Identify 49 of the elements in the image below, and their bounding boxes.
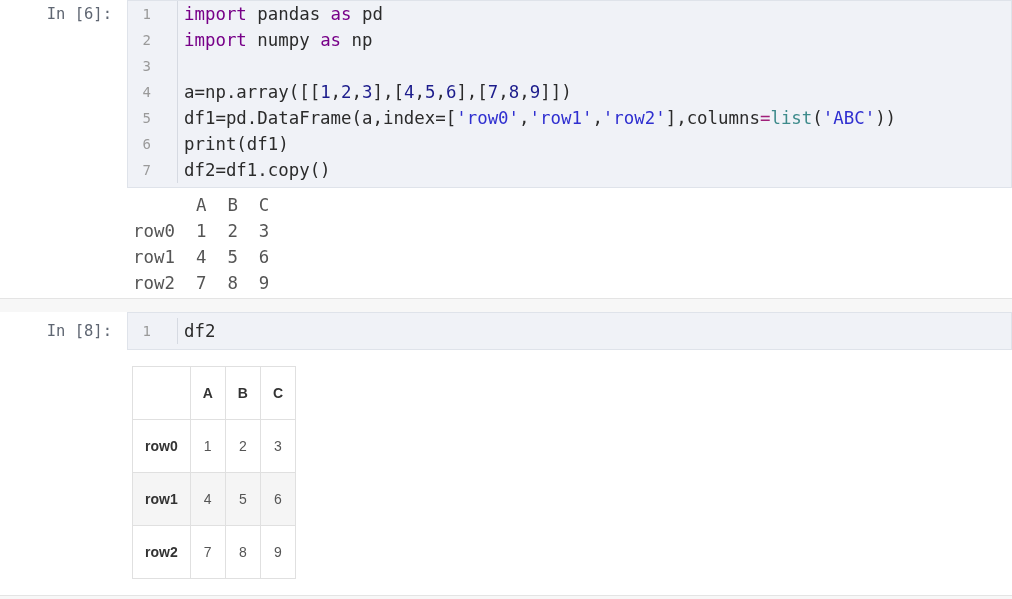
code-line: a=np.array([[1,2,3],[4,5,6],[7,8,9]]): [184, 81, 572, 104]
input-prompt: In [6]:: [46, 4, 112, 25]
code-line: import numpy as np: [184, 29, 373, 52]
code-line: df2: [184, 320, 216, 343]
row-header: row2: [132, 525, 191, 579]
code-cell[interactable]: 1 df2: [127, 312, 1012, 350]
code-line: df2=df1.copy(): [184, 159, 331, 182]
code-line: import pandas as pd: [184, 3, 383, 26]
code-cell[interactable]: 1 2 3 4 5 6 7 import pandas as pd import numpy as np a=np.array([[1,2,3],[4,5,6],[7,8,9]]) df1=pd.DataFrame(a,index=['row0','row1','row2'],columns=list('ABC')) print(df1) df2=df1.copy(): [127, 0, 1012, 188]
line-number: 1: [142, 5, 151, 24]
output-value: 1: [195, 220, 207, 243]
line-number: 7: [142, 161, 151, 180]
line-number: 3: [142, 57, 151, 76]
output-value: 9: [258, 272, 270, 295]
table-cell: 2: [225, 419, 261, 473]
column-label: C: [258, 194, 270, 217]
table-cell: 1: [190, 419, 226, 473]
row-label: row1: [133, 246, 175, 269]
table-cell: 5: [225, 472, 261, 526]
code-line: df1=pd.DataFrame(a,index=['row0','row1','row2'],columns=list('ABC')): [184, 107, 897, 130]
output-value: 4: [195, 246, 207, 269]
table-cell: 8: [225, 525, 261, 579]
table-cell: 6: [260, 472, 296, 526]
output-value: 6: [258, 246, 270, 269]
table-cell: 9: [260, 525, 296, 579]
row-label: row2: [133, 272, 175, 295]
column-label: A: [195, 194, 207, 217]
line-number: 6: [142, 135, 151, 154]
line-number: 4: [142, 83, 151, 102]
column-header: C: [260, 366, 296, 420]
row-header: row1: [132, 472, 191, 526]
line-number: 5: [142, 109, 151, 128]
output-value: 2: [227, 220, 238, 243]
output-value: 7: [195, 272, 207, 295]
column-header: B: [225, 366, 261, 420]
table-cell: 3: [260, 419, 296, 473]
output-value: 8: [227, 272, 238, 295]
output-value: 3: [258, 220, 270, 243]
table-cell: 7: [190, 525, 226, 579]
column-label: B: [227, 194, 238, 217]
input-prompt: In [8]:: [46, 321, 112, 342]
table-cell: 4: [190, 472, 226, 526]
code-line: print(df1): [184, 133, 289, 156]
row-label: row0: [133, 220, 175, 243]
line-number: 1: [142, 322, 151, 341]
output-value: 5: [227, 246, 238, 269]
column-header: A: [190, 366, 226, 420]
row-header: row0: [132, 419, 191, 473]
line-number: 2: [142, 31, 151, 50]
